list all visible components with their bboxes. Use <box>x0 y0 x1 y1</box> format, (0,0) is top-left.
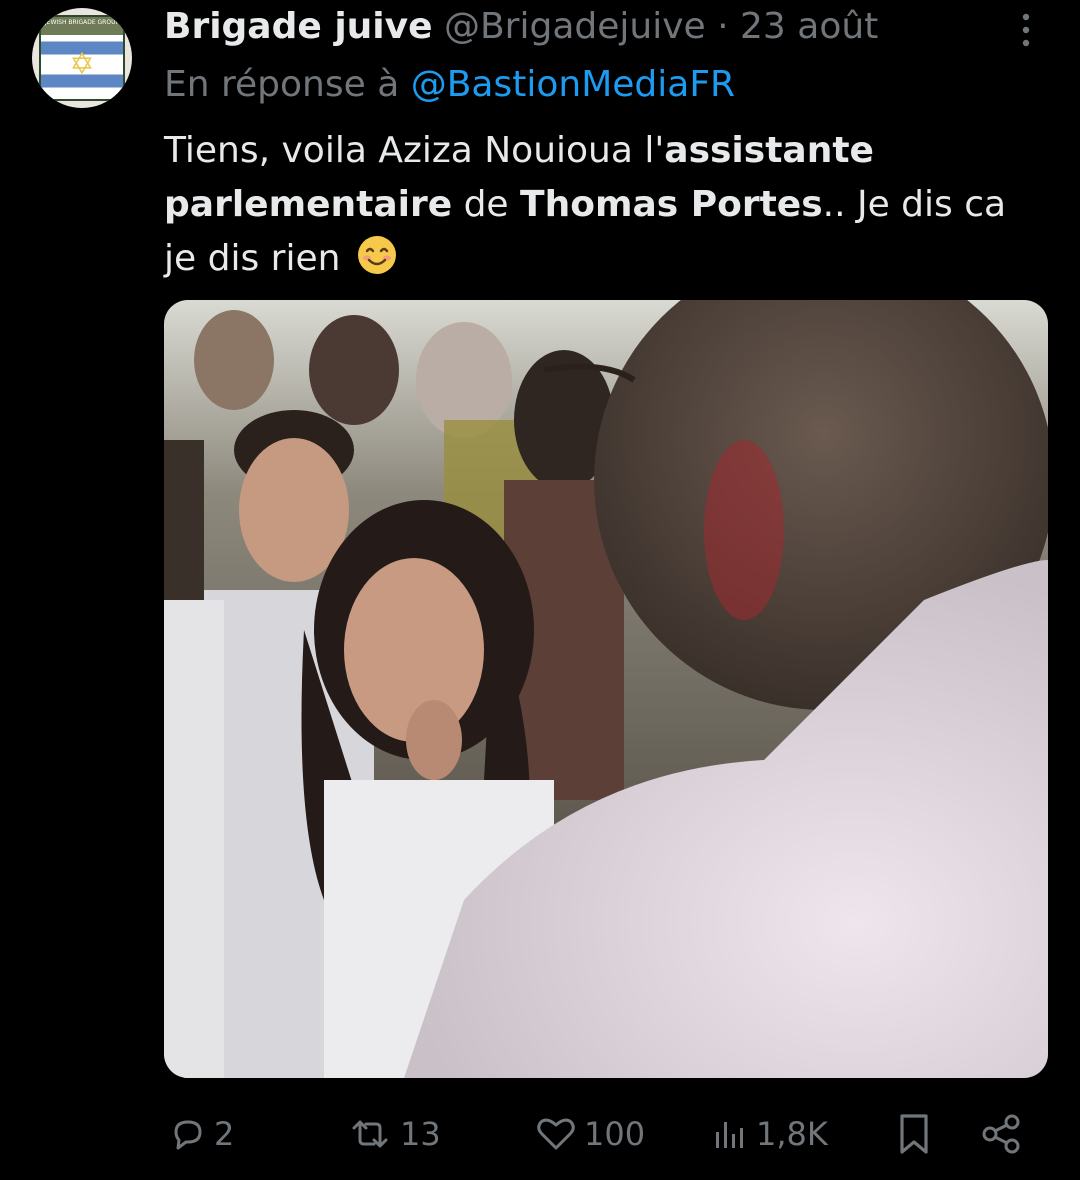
smiling-face-icon <box>357 236 396 274</box>
reply-icon <box>174 1120 202 1150</box>
author-name[interactable]: Brigade juive <box>164 6 433 47</box>
repost-button[interactable]: 13 <box>346 1104 441 1164</box>
reply-count: 2 <box>214 1115 235 1153</box>
tweet-text-segment: de <box>452 184 521 225</box>
tweet[interactable]: JEWISH BRIGADE GROUP ✡ Brigade juive @Br… <box>0 0 1080 1180</box>
bookmark-button[interactable] <box>894 1104 934 1164</box>
more-vertical-icon <box>1022 13 1030 47</box>
share-button[interactable] <box>980 1104 1024 1164</box>
reply-button[interactable]: 2 <box>168 1104 234 1164</box>
repost-icon <box>352 1120 388 1148</box>
repost-count: 13 <box>400 1115 441 1153</box>
reply-prefix: En réponse à <box>164 64 400 105</box>
like-button[interactable]: 100 <box>534 1104 645 1164</box>
reply-context: En réponse à @BastionMediaFR <box>164 62 735 108</box>
reply-mention-link[interactable]: @BastionMediaFR <box>411 64 735 105</box>
avatar-badge: JEWISH BRIGADE GROUP ✡ <box>39 15 125 101</box>
avatar[interactable]: JEWISH BRIGADE GROUP ✡ <box>32 8 132 108</box>
bookmark-icon <box>900 1114 928 1154</box>
tweet-actions: 2 13 100 1,8K <box>164 1104 1044 1164</box>
tweet-header: Brigade juive @Brigadejuive · 23 août <box>164 4 878 50</box>
more-options-button[interactable] <box>1008 10 1044 50</box>
author-handle[interactable]: @Brigadejuive <box>444 6 706 47</box>
avatar-badge-text: JEWISH BRIGADE GROUP <box>44 19 120 26</box>
tweet-media-video[interactable] <box>164 300 1048 1078</box>
tweet-text-bold-segment: Thomas Portes <box>520 184 823 225</box>
share-icon <box>982 1114 1020 1154</box>
heart-icon <box>537 1118 575 1150</box>
tweet-date[interactable]: 23 août <box>740 6 878 47</box>
like-count: 100 <box>584 1115 646 1153</box>
video-still-image <box>164 300 1048 1078</box>
views-icon <box>716 1122 743 1148</box>
views-count: 1,8K <box>756 1115 828 1153</box>
separator-dot: · <box>717 6 729 47</box>
views-button[interactable]: 1,8K <box>710 1104 828 1164</box>
tweet-text-segment: Tiens, voila Aziza Nouioua l' <box>164 130 665 171</box>
tweet-text: Tiens, voila Aziza Nouioua l'assistante … <box>164 124 1044 286</box>
star-of-david-icon: ✡ <box>69 46 95 82</box>
